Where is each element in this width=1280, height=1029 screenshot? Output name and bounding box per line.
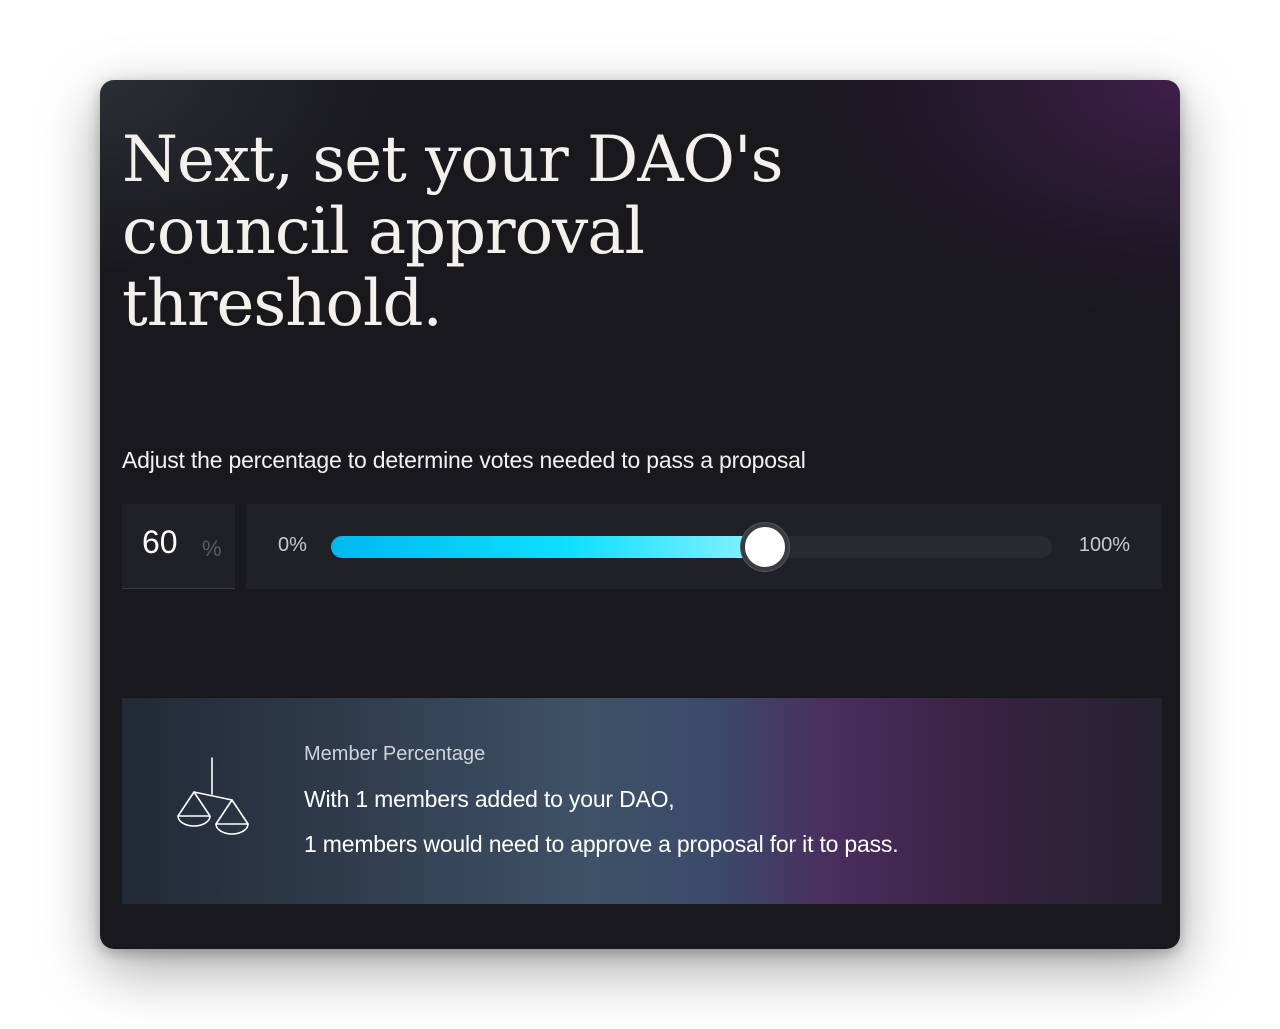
page-title: Next, set your DAO's council approval th… [122,123,783,341]
member-percentage-card: Member Percentage With 1 members added t… [122,698,1162,904]
member-percentage-label: Member Percentage [304,743,486,765]
threshold-value-box: % [122,504,235,589]
members-required-text: 1 members would need to approve a propos… [304,831,899,857]
threshold-slider-track[interactable] [331,523,1052,571]
threshold-percentage-input[interactable] [142,524,192,560]
scale-icon [177,757,249,835]
members-added-text: With 1 members added to your DAO, [304,786,675,812]
dao-wizard-window: Next, set your DAO's council approval th… [100,80,1180,949]
slider-max-label: 100% [1078,534,1130,556]
threshold-instructions: Adjust the percentage to determine votes… [122,447,806,473]
threshold-slider-handle[interactable] [740,523,789,571]
threshold-slider-container: 0% 100% [246,504,1162,589]
percent-unit-label: % [202,536,222,561]
slider-min-label: 0% [278,534,307,556]
threshold-slider-fill [331,536,764,558]
